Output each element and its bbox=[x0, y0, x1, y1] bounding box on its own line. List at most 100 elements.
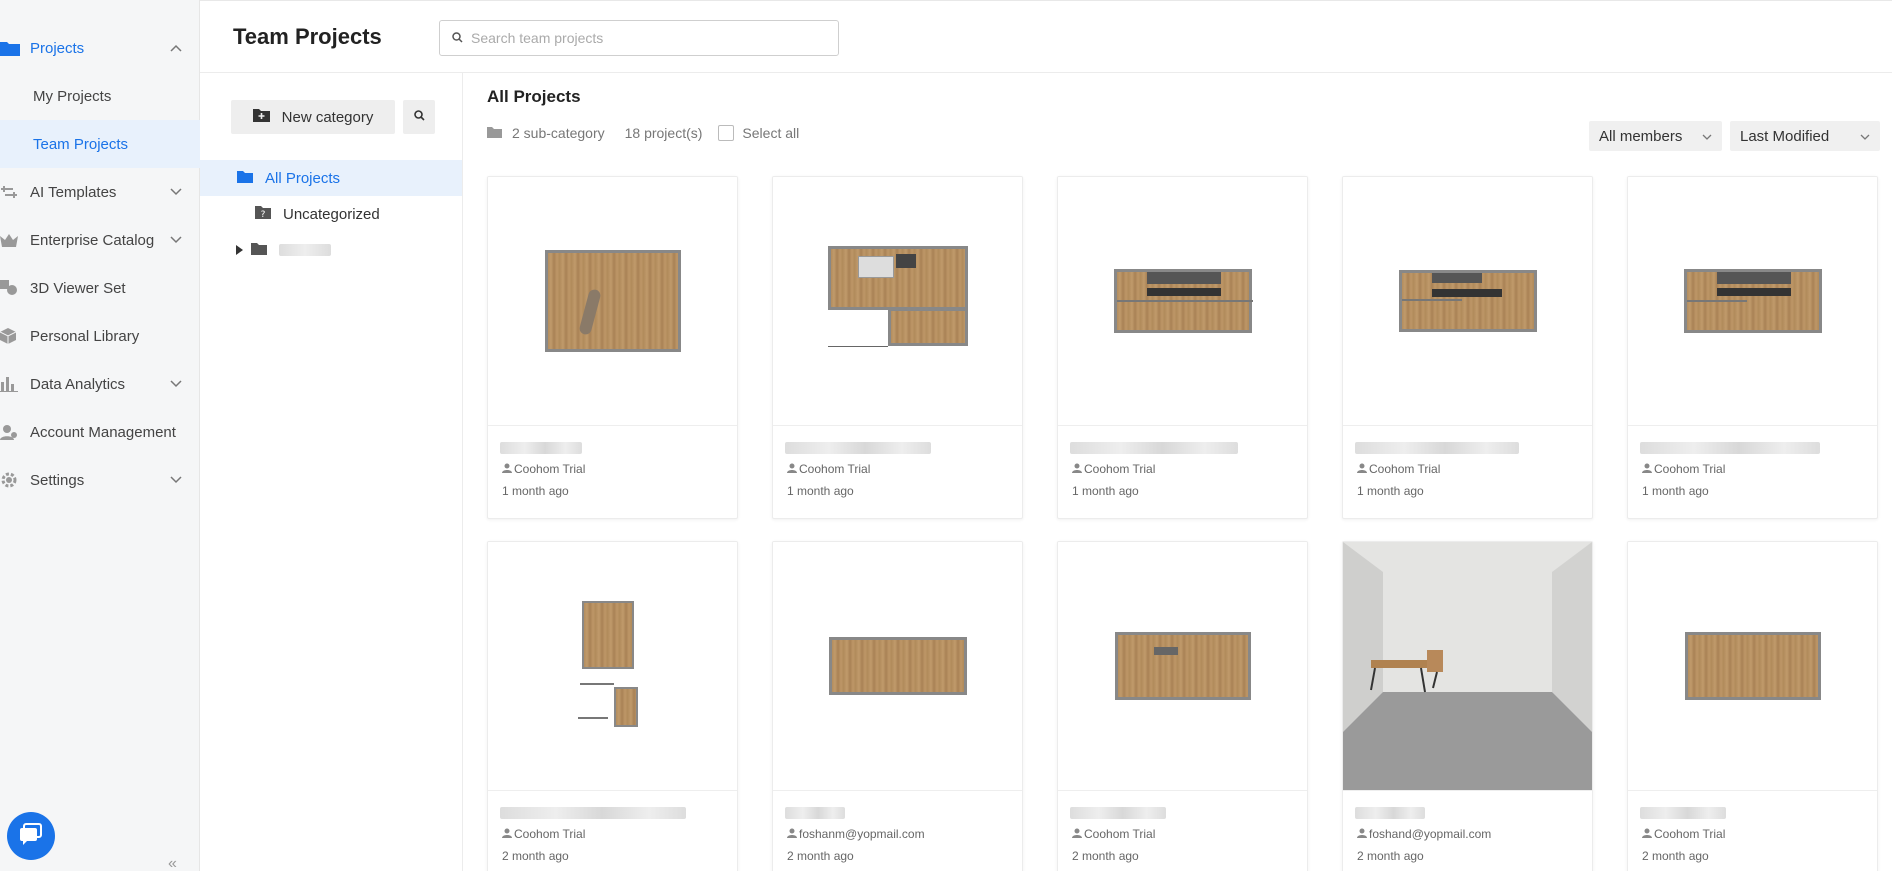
chevron-down-icon bbox=[170, 377, 200, 391]
sidebar-item-label: Data Analytics bbox=[30, 375, 126, 393]
project-thumbnail[interactable] bbox=[1628, 177, 1877, 426]
blurred-project-name bbox=[1355, 807, 1425, 819]
select-all-checkbox[interactable] bbox=[718, 125, 735, 141]
sidebar-item-account-management[interactable]: Account Management bbox=[0, 408, 200, 456]
sidebar-item-label: Team Projects bbox=[33, 135, 129, 153]
search-input[interactable] bbox=[471, 30, 831, 46]
member-filter-value: All members bbox=[1599, 127, 1683, 145]
chat-button[interactable] bbox=[7, 812, 55, 860]
project-thumbnail[interactable] bbox=[1058, 542, 1307, 791]
floor-plan-image bbox=[1113, 269, 1253, 333]
sidebar-item-label: My Projects bbox=[33, 87, 112, 105]
sidebar-item-personal-library[interactable]: Personal Library bbox=[0, 312, 200, 360]
sidebar-item-ai-templates[interactable]: AI Templates bbox=[0, 168, 200, 216]
sub-category-count: 2 sub-category bbox=[512, 125, 605, 141]
collapse-sidebar-button[interactable]: « bbox=[168, 855, 177, 871]
select-all-label[interactable]: Select all bbox=[742, 125, 799, 141]
floor-plan-image bbox=[827, 246, 968, 356]
sidebar-item-my-projects[interactable]: My Projects bbox=[0, 72, 200, 120]
project-card[interactable]: foshand@yopmail.com 2 month ago bbox=[1342, 541, 1593, 871]
header: Team Projects bbox=[200, 0, 1892, 73]
project-card[interactable]: Coohom Trial 1 month ago bbox=[1627, 176, 1878, 519]
sort-dropdown[interactable]: Last Modified bbox=[1730, 121, 1880, 151]
new-category-button[interactable]: New category bbox=[231, 100, 395, 134]
owner-name: Coohom Trial bbox=[1654, 462, 1726, 476]
owner-name: Coohom Trial bbox=[799, 462, 871, 476]
sidebar-item-label: Account Management bbox=[30, 423, 176, 441]
member-filter-dropdown[interactable]: All members bbox=[1589, 121, 1722, 151]
user-icon bbox=[502, 827, 512, 841]
project-thumbnail[interactable] bbox=[1343, 177, 1592, 426]
project-owner: Coohom Trial bbox=[502, 827, 585, 841]
svg-text:?: ? bbox=[261, 210, 266, 219]
project-card[interactable]: Coohom Trial 1 month ago bbox=[1057, 176, 1308, 519]
category-all-projects[interactable]: All Projects bbox=[200, 160, 462, 196]
sidebar-item-3d-viewer-set[interactable]: 3D Viewer Set bbox=[0, 264, 200, 312]
caret-right-icon[interactable] bbox=[236, 242, 243, 259]
sidebar-item-data-analytics[interactable]: Data Analytics bbox=[0, 360, 200, 408]
category-subfolder[interactable] bbox=[200, 232, 462, 268]
sidebar-item-settings[interactable]: Settings bbox=[0, 456, 200, 504]
sidebar-item-label: AI Templates bbox=[30, 183, 117, 201]
project-owner: Coohom Trial bbox=[502, 462, 585, 476]
floor-plan-image bbox=[828, 637, 967, 695]
folder-icon bbox=[487, 125, 502, 141]
owner-name: Coohom Trial bbox=[1084, 827, 1156, 841]
blurred-project-name bbox=[1640, 807, 1726, 819]
category-search-button[interactable] bbox=[403, 100, 435, 134]
floor-plan-image bbox=[1114, 632, 1251, 700]
project-time: 1 month ago bbox=[1642, 484, 1709, 498]
user-icon bbox=[787, 827, 797, 841]
project-time: 2 month ago bbox=[1642, 849, 1709, 863]
sort-value: Last Modified bbox=[1740, 127, 1830, 145]
user-icon bbox=[1357, 827, 1367, 841]
project-card[interactable]: Coohom Trial 2 month ago bbox=[1627, 541, 1878, 871]
box-icon bbox=[0, 328, 30, 344]
section-title: All Projects bbox=[487, 87, 581, 106]
project-thumbnail[interactable] bbox=[773, 177, 1022, 426]
project-owner: Coohom Trial bbox=[1072, 462, 1155, 476]
owner-name: foshand@yopmail.com bbox=[1369, 827, 1492, 841]
project-thumbnail[interactable] bbox=[488, 542, 737, 791]
project-card[interactable]: Coohom Trial 2 month ago bbox=[1057, 541, 1308, 871]
project-time: 1 month ago bbox=[787, 484, 854, 498]
project-card[interactable]: foshanm@yopmail.com 2 month ago bbox=[772, 541, 1023, 871]
project-card[interactable]: Coohom Trial 1 month ago bbox=[487, 176, 738, 519]
project-card[interactable]: Coohom Trial 2 month ago bbox=[487, 541, 738, 871]
project-card[interactable]: Coohom Trial 1 month ago bbox=[772, 176, 1023, 519]
owner-name: Coohom Trial bbox=[1369, 462, 1441, 476]
user-icon bbox=[0, 424, 30, 440]
user-icon bbox=[1072, 462, 1082, 476]
sidebar-item-label: Enterprise Catalog bbox=[30, 231, 155, 249]
sidebar: Projects My Projects Team Projects AI Te… bbox=[0, 0, 200, 871]
sidebar-item-team-projects[interactable]: Team Projects bbox=[0, 120, 200, 168]
project-thumbnail[interactable] bbox=[1628, 542, 1877, 791]
bar-chart-icon bbox=[0, 376, 30, 392]
chevron-up-icon bbox=[170, 41, 200, 55]
project-owner: Coohom Trial bbox=[1642, 462, 1725, 476]
user-icon bbox=[502, 462, 512, 476]
search-box[interactable] bbox=[439, 20, 839, 56]
owner-name: foshanm@yopmail.com bbox=[799, 827, 925, 841]
project-time: 2 month ago bbox=[1072, 849, 1139, 863]
project-thumbnail[interactable] bbox=[488, 177, 737, 426]
project-time: 1 month ago bbox=[1072, 484, 1139, 498]
project-time: 2 month ago bbox=[502, 849, 569, 863]
category-uncategorized[interactable]: ? Uncategorized bbox=[200, 196, 462, 232]
user-icon bbox=[1357, 462, 1367, 476]
sidebar-item-enterprise-catalog[interactable]: Enterprise Catalog bbox=[0, 216, 200, 264]
sidebar-item-projects[interactable]: Projects bbox=[0, 24, 200, 72]
project-thumbnail[interactable] bbox=[1058, 177, 1307, 426]
owner-name: Coohom Trial bbox=[1084, 462, 1156, 476]
category-panel: New category All Projects ? Uncategorize… bbox=[200, 73, 463, 871]
project-owner: Coohom Trial bbox=[1357, 462, 1440, 476]
project-card[interactable]: Coohom Trial 1 month ago bbox=[1342, 176, 1593, 519]
chevron-down-icon bbox=[1702, 128, 1712, 145]
category-label: Uncategorized bbox=[283, 205, 380, 223]
floor-plan-image bbox=[544, 250, 681, 352]
folder-icon bbox=[237, 170, 253, 187]
user-icon bbox=[787, 462, 797, 476]
user-icon bbox=[1072, 827, 1082, 841]
project-thumbnail[interactable] bbox=[773, 542, 1022, 791]
project-thumbnail[interactable] bbox=[1343, 542, 1592, 791]
